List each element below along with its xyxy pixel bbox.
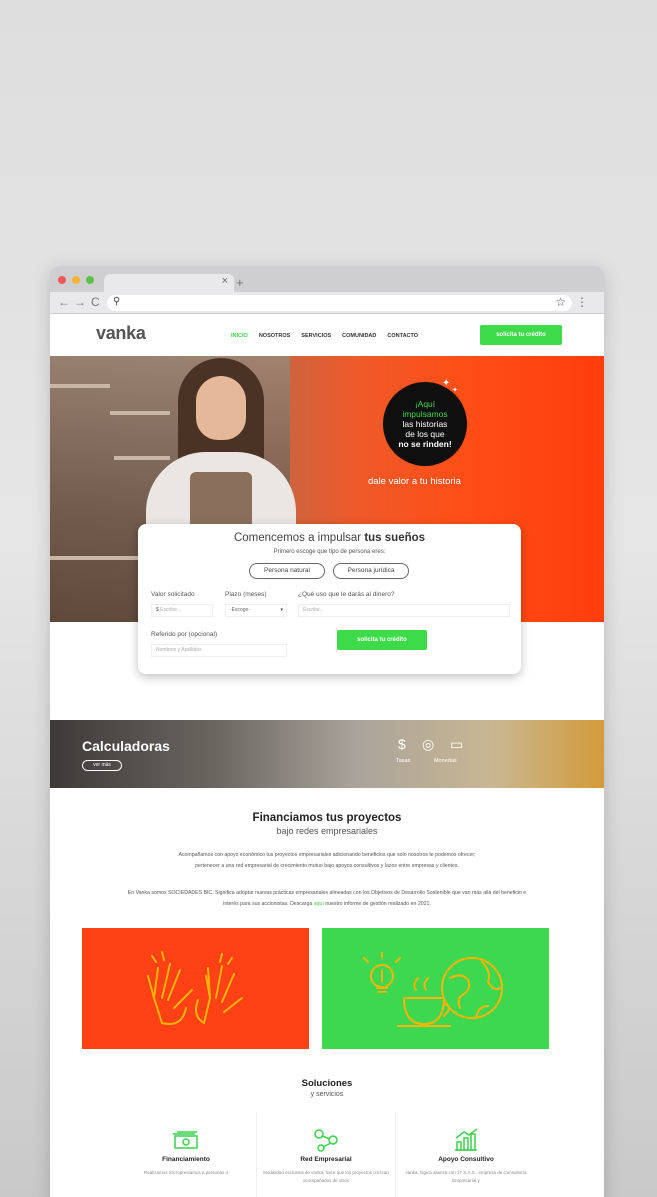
referido-input[interactable]: Nombres y Apellidos — [151, 644, 287, 657]
close-window-dot[interactable] — [58, 276, 66, 284]
header-credit-button[interactable]: solicita tu crédito — [480, 325, 562, 345]
vanka-logo[interactable]: vanka — [96, 323, 146, 344]
form-submit-button[interactable]: solicita tu crédito — [337, 630, 427, 650]
paragraph-line: Acompañamos con apoyo económico tus proy… — [178, 852, 476, 858]
uso-label: ¿Qué uso que le darás al dinero? — [298, 591, 395, 598]
dollar-icon[interactable]: $ — [398, 736, 406, 752]
nav-item-comunidad[interactable]: COMUNIDAD — [342, 333, 376, 339]
bic-paragraph: En Vanka somos SOCIEDADES BIC. Significa… — [80, 888, 574, 910]
paragraph-text: interés para sus accionistas. Descarga — [223, 901, 314, 907]
solution-name: Financiamiento — [162, 1156, 210, 1163]
valor-placeholder: Escribe... — [160, 607, 182, 613]
badge-line: no se rinden! — [398, 439, 452, 449]
tab-close-icon[interactable]: × — [222, 275, 228, 287]
solution-financiamiento[interactable]: Financiamiento Realizamos microprestamos… — [116, 1112, 256, 1197]
growth-chart-icon — [455, 1128, 478, 1151]
solutions-subtitle: y servicios — [310, 1091, 344, 1098]
intro-paragraph: Acompañamos con apoyo económico tus proy… — [80, 850, 574, 872]
solution-name: Red Empresarial — [300, 1156, 352, 1163]
browser-tab[interactable]: × — [104, 274, 234, 292]
download-report-link[interactable]: aquí — [314, 901, 324, 907]
currency-symbol: $ — [156, 607, 159, 613]
paragraph-line: pertenecer a una red empresarial de crec… — [195, 863, 459, 869]
calculators-title: Calculadoras — [82, 738, 170, 754]
shelf — [50, 384, 110, 388]
plazo-label: Plazo (meses) — [225, 591, 267, 598]
referido-label: Referido por (opcional) — [151, 631, 218, 638]
forward-arrow-icon[interactable]: → — [74, 295, 86, 309]
nav-item-inicio[interactable]: INICIO — [231, 333, 248, 339]
hero-tagline: dale valor a tu historia — [368, 476, 461, 487]
solution-name: Apoyo Consultivo — [438, 1156, 494, 1163]
sparkle-icon: ✦ — [452, 387, 458, 394]
coins-icon[interactable]: ◎ — [422, 736, 434, 753]
minimize-window-dot[interactable] — [72, 276, 80, 284]
badge-line: de los que — [405, 429, 445, 439]
address-bar[interactable]: ⚲ ☆ — [107, 295, 572, 311]
solution-description: Realizamos microprestamos a personas o — [143, 1170, 229, 1175]
search-icon: ⚲ — [113, 296, 121, 307]
section-subtitle: bajo redes empresariales — [276, 826, 378, 836]
chevron-down-icon: ▾ — [280, 607, 283, 613]
badge-line: ¡Aquí — [414, 399, 436, 409]
solutions-title: Soluciones — [301, 1078, 353, 1089]
solution-red-empresarial[interactable]: Red Empresarial Modalidad exclusiva de v… — [256, 1112, 396, 1197]
valor-input[interactable]: $ Escribe... — [151, 604, 213, 617]
paragraph-line: interés para sus accionistas. Descarga a… — [80, 899, 574, 910]
persona-natural-option[interactable]: Persona natural — [249, 563, 325, 579]
rates-label[interactable]: Tasas — [396, 758, 410, 764]
browser-tab-strip: × + — [50, 266, 604, 292]
badge-line: las historias — [402, 419, 448, 429]
shelf — [50, 556, 140, 560]
site-header: vanka INICIO NOSOTROS SERVICIOS COMUNIDA… — [50, 314, 604, 356]
plazo-selected: -Escoge- — [230, 607, 251, 613]
ideas-coffee-world-panel — [322, 928, 549, 1049]
nav-item-nosotros[interactable]: NOSOTROS — [259, 333, 290, 339]
paragraph-text: nuestro informe de gestión realizado en … — [323, 901, 431, 907]
hero-badge: ¡Aquí impulsamos las historias de los qu… — [383, 382, 467, 466]
persona-juridica-option[interactable]: Persona jurídica — [333, 563, 409, 579]
currencies-label[interactable]: Monedas — [434, 758, 457, 764]
bookmark-star-icon[interactable]: ☆ — [555, 295, 566, 309]
nav-item-contacto[interactable]: CONTACTO — [387, 333, 418, 339]
nav-item-servicios[interactable]: SERVICIOS — [301, 333, 331, 339]
form-title-text: Comencemos a impulsar — [233, 532, 365, 544]
bills-icon[interactable]: ▭ — [450, 736, 463, 753]
new-tab-icon[interactable]: + — [236, 275, 244, 290]
browser-window: × + ← → C ⚲ ☆ ⋮ vanka INICIO NOSOTROS SE… — [50, 266, 604, 1197]
sparkle-icon: ✦ — [442, 378, 451, 389]
section-title: Financiamos tus proyectos — [252, 812, 402, 824]
valor-label: Valor solicitado — [151, 591, 195, 598]
form-title-emphasis: tus sueños — [364, 532, 426, 544]
browser-menu-icon[interactable]: ⋮ — [576, 295, 588, 309]
high-five-hands-icon — [147, 951, 243, 1025]
solution-description: Modalidad exclusiva de vanka, hace que l… — [263, 1170, 389, 1183]
form-subtitle: Primero escoge que tipo de persona eres: — [273, 549, 386, 555]
solution-description: vanka, lógica alianza con 17 S.A.S., emp… — [405, 1170, 527, 1183]
money-stack-icon — [173, 1131, 198, 1149]
see-more-button[interactable]: ver más — [82, 760, 122, 771]
calculators-band: Calculadoras ver más $ Tasas ◎ Monedas ▭ — [50, 720, 604, 788]
shelf — [114, 456, 170, 460]
shelf — [110, 411, 170, 415]
uso-input[interactable]: Escribe... — [298, 604, 510, 617]
main-nav: INICIO NOSOTROS SERVICIOS COMUNIDAD CONT… — [231, 333, 418, 339]
browser-toolbar: ← → C ⚲ ☆ ⋮ — [50, 292, 604, 314]
plazo-select[interactable]: -Escoge- ▾ — [225, 604, 287, 617]
woman-photo-face — [196, 376, 246, 440]
maximize-window-dot[interactable] — [86, 276, 94, 284]
high-five-panel — [82, 928, 309, 1049]
paragraph-line: En Vanka somos SOCIEDADES BIC. Significa… — [127, 890, 527, 896]
credit-request-form: Comencemos a impulsar tus sueños Primero… — [138, 524, 521, 674]
back-arrow-icon[interactable]: ← — [58, 295, 70, 309]
solution-apoyo-consultivo[interactable]: Apoyo Consultivo vanka, lógica alianza c… — [396, 1112, 536, 1197]
idea-coffee-globe-icon — [363, 952, 503, 1027]
badge-line: impulsamos — [402, 409, 448, 419]
reload-icon[interactable]: C — [91, 295, 100, 309]
network-nodes-icon — [314, 1129, 338, 1152]
form-title: Comencemos a impulsar tus sueños — [138, 532, 521, 544]
